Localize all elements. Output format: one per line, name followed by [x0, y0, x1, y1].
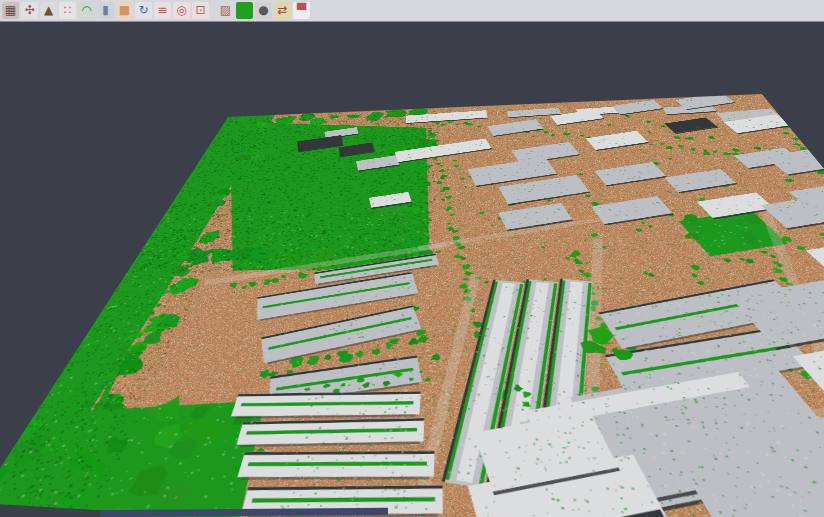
red-crop-icon[interactable]: ⊡: [192, 2, 209, 19]
camera-sphere-icon[interactable]: ●: [255, 2, 272, 19]
ground-square-icon[interactable]: ■: [116, 2, 133, 19]
terrain-hill-icon[interactable]: ◠: [78, 2, 95, 19]
3d-viewport[interactable]: [0, 22, 824, 517]
terrain-pointcloud[interactable]: [0, 94, 824, 517]
red-list-icon[interactable]: ≡: [154, 2, 171, 19]
application-window: ▦✣▲∷◠▮■↻≡◎⊡ ▨ ●⇄▀: [0, 0, 824, 517]
swap-arrows-icon[interactable]: ⇄: [274, 2, 291, 19]
panel-bar-icon[interactable]: ▮: [97, 2, 114, 19]
classification-map-icon[interactable]: [236, 2, 253, 19]
flag-half-icon[interactable]: ▀: [293, 2, 310, 19]
globe-refresh-icon[interactable]: ↻: [135, 2, 152, 19]
toolbar: ▦✣▲∷◠▮■↻≡◎⊡ ▨ ●⇄▀: [0, 0, 824, 22]
mesh-mountain-icon[interactable]: ▲: [40, 2, 57, 19]
red-ring-icon[interactable]: ◎: [173, 2, 190, 19]
sampling-dots-icon[interactable]: ∷: [59, 2, 76, 19]
grid-red-mark-icon[interactable]: ▨: [217, 2, 234, 19]
points-grid-icon[interactable]: ▦: [2, 2, 19, 19]
scatter-points-icon[interactable]: ✣: [21, 2, 38, 19]
